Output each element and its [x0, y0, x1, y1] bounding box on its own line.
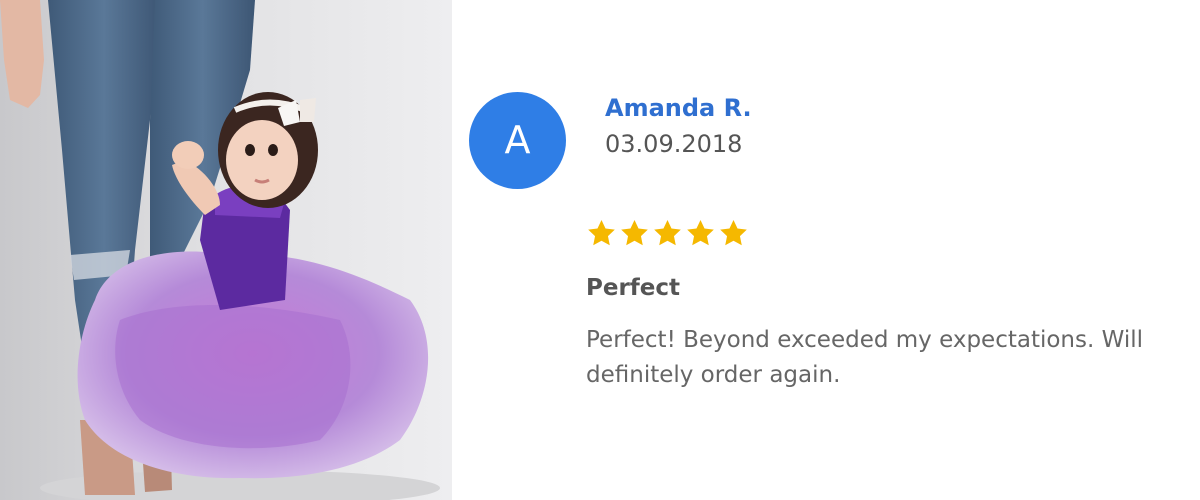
star-icon — [619, 218, 650, 249]
review-card: A Amanda R. 03.09.2018 Perfect Perfect! … — [452, 0, 1200, 500]
star-icon — [685, 218, 716, 249]
star-icon — [586, 218, 617, 249]
star-icon — [652, 218, 683, 249]
review-photo — [0, 0, 452, 500]
review-body: Perfect! Beyond exceeded my expectations… — [586, 327, 1144, 388]
review-date: 03.09.2018 — [605, 130, 743, 158]
avatar: A — [469, 92, 566, 189]
star-rating — [586, 218, 749, 254]
reviewer-name[interactable]: Amanda R. — [605, 94, 752, 122]
star-icon — [718, 218, 749, 249]
photo-illustration — [0, 0, 452, 500]
review-title: Perfect — [586, 275, 681, 301]
